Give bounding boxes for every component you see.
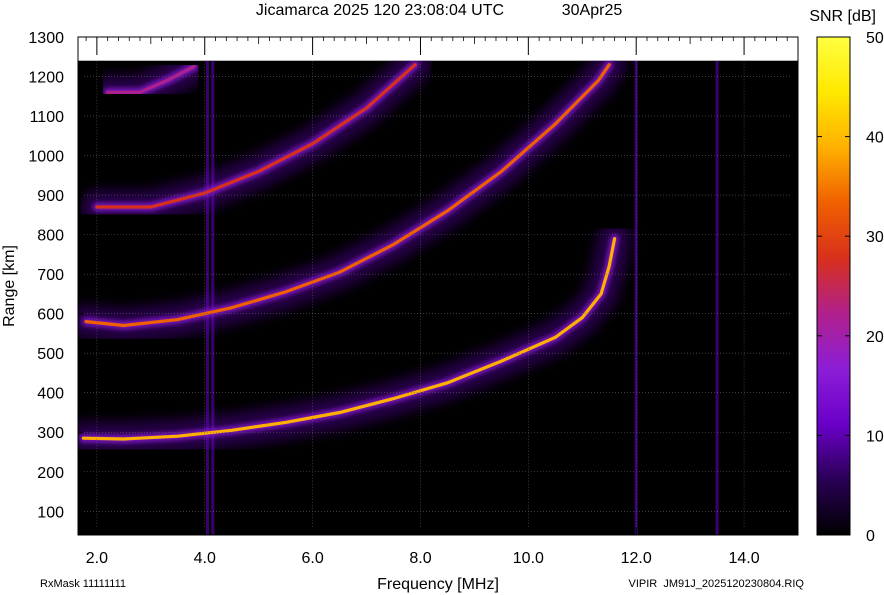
x-tick-label: 10.0	[513, 550, 544, 567]
y-tick-label: 800	[37, 228, 64, 245]
colorbar-tick-label: 40	[866, 130, 884, 147]
y-tick-labels: 100 200 300 400 500 600 700 800 900 1000 1100 1200 1…	[28, 30, 64, 521]
x-tick-label: 2.0	[86, 550, 108, 567]
y-tick-label: 600	[37, 307, 64, 324]
data-region	[78, 60, 798, 535]
x-tick-label: 4.0	[194, 550, 216, 567]
colorbar-tick-label: 30	[866, 229, 884, 246]
y-tick-label: 100	[37, 504, 64, 521]
ionogram-chart: Jicamarca 2025 120 23:08:04 UTC 30Apr25 …	[1, 2, 884, 593]
file-label: VIPIR JM91J_2025120230804.RIQ	[628, 578, 804, 590]
colorbar-tick-label: 10	[866, 428, 884, 445]
colorbar-tick-label: 0	[866, 528, 875, 545]
chart-title: Jicamarca 2025 120 23:08:04 UTC	[256, 2, 504, 19]
y-tick-label: 1200	[28, 70, 64, 87]
colorbar-tick-labels: 0 10 20 30 40 50	[866, 30, 884, 545]
y-tick-label: 300	[37, 425, 64, 442]
y-tick-label: 200	[37, 465, 64, 482]
x-tick-labels: 2.0 4.0 6.0 8.0 10.0 12.0 14.0	[86, 550, 760, 567]
x-axis-label: Frequency [MHz]	[377, 576, 499, 593]
chart-date: 30Apr25	[562, 2, 623, 19]
x-tick-label: 12.0	[621, 550, 652, 567]
y-tick-label: 700	[37, 267, 64, 284]
plot-area	[78, 37, 798, 535]
interference-line	[715, 60, 719, 535]
colorbar-tick-label: 50	[866, 30, 884, 47]
y-tick-label: 500	[37, 346, 64, 363]
colorbar-tick-label: 20	[866, 329, 884, 346]
x-tick-label: 14.0	[728, 550, 759, 567]
y-tick-label: 1300	[28, 30, 64, 47]
y-tick-label: 1000	[28, 149, 64, 166]
colorbar-scale	[816, 36, 851, 536]
y-tick-label: 900	[37, 188, 64, 205]
x-tick-label: 6.0	[301, 550, 323, 567]
y-axis-label: Range [km]	[1, 245, 18, 327]
x-tick-label: 8.0	[409, 550, 431, 567]
y-tick-label: 400	[37, 386, 64, 403]
rxmask-label: RxMask 11111111	[40, 578, 126, 590]
colorbar-label: SNR [dB]	[809, 8, 876, 25]
y-tick-label: 1100	[30, 109, 65, 126]
colorbar	[816, 36, 851, 536]
